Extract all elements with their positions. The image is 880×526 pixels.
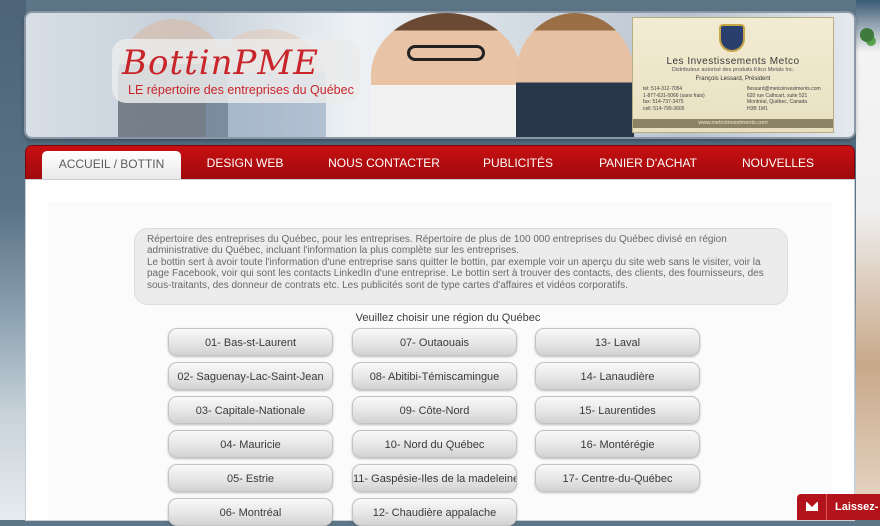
region-button-13[interactable]: 13- Laval xyxy=(535,328,700,356)
nav-nous-contacter[interactable]: NOUS CONTACTER xyxy=(324,146,444,180)
main-nav: ACCUEIL / BOTTIN DESIGN WEB NOUS CONTACT… xyxy=(26,146,854,180)
content-panel: Répertoire des entreprises du Québec, po… xyxy=(26,180,854,526)
region-button-16[interactable]: 16- Montérégie xyxy=(535,430,700,458)
region-button-08[interactable]: 08- Abitibi-Témiscamingue xyxy=(352,362,517,390)
banner-person-4 xyxy=(516,13,634,137)
leave-message-tab[interactable]: Laissez- xyxy=(797,494,880,520)
ad-website: www.metcoinvestments.com xyxy=(633,119,833,128)
background-scenery-right xyxy=(856,0,880,520)
ad-subtitle: Distributeur autorisé des produits Kitco… xyxy=(671,67,795,73)
content-inner: Répertoire des entreprises du Québec, po… xyxy=(48,202,832,526)
brand-tagline: LE répertoire des entreprises du Québec xyxy=(128,83,354,97)
banner-person-3 xyxy=(371,13,521,137)
ad-address-line: H3B 1M1 xyxy=(747,105,768,112)
intro-paragraph-2: Le bottin sert à avoir toute l'informati… xyxy=(147,256,764,291)
region-button-17[interactable]: 17- Centre-du-Québec xyxy=(535,464,700,492)
region-button-06[interactable]: 06- Montréal xyxy=(168,498,333,526)
region-button-07[interactable]: 07- Outaouais xyxy=(352,328,517,356)
region-button-10[interactable]: 10- Nord du Québec xyxy=(352,430,517,458)
plant-decoration xyxy=(860,28,874,42)
region-button-02[interactable]: 02- Saguenay-Lac-Saint-Jean xyxy=(168,362,333,390)
crest-icon xyxy=(719,24,745,52)
ad-address-line: flessard@metcoinvestments.com xyxy=(747,86,821,92)
region-button-01[interactable]: 01- Bas-st-Laurent xyxy=(168,328,333,356)
region-button-15[interactable]: 15- Laurentides xyxy=(535,396,700,424)
ad-company: Les Investissements Metco xyxy=(666,56,800,67)
region-button-03[interactable]: 03- Capitale-Nationale xyxy=(168,396,333,424)
chat-divider xyxy=(826,494,827,520)
nav-panier[interactable]: PANIER D'ACHAT xyxy=(598,146,698,180)
region-prompt: Veuillez choisir une région du Québec xyxy=(355,312,541,324)
nav-nouvelles[interactable]: NOUVELLES xyxy=(736,146,820,180)
nav-publicites[interactable]: PUBLICITÉS xyxy=(478,146,558,180)
header-banner: BottinPME LE répertoire des entreprises … xyxy=(26,13,854,137)
chat-label: Laissez- xyxy=(835,501,879,513)
region-button-12[interactable]: 12- Chaudière appalache xyxy=(352,498,517,526)
background-scenery-left xyxy=(0,0,26,520)
brand-logo[interactable]: BottinPME LE répertoire des entreprises … xyxy=(112,39,360,103)
intro-paragraph-1: Répertoire des entreprises du Québec, po… xyxy=(147,234,727,257)
region-button-04[interactable]: 04- Mauricie xyxy=(168,430,333,458)
region-button-11[interactable]: 11- Gaspésie-Iles de la madeleine xyxy=(352,464,517,492)
ad-details: tel: 514-312-7054 1-877-631-0066 (sans f… xyxy=(643,86,825,112)
ad-contact-name: François Lessard, Président xyxy=(695,76,771,82)
ad-address: flessard@metcoinvestments.com 620 rue Ca… xyxy=(747,86,825,112)
business-card-ad[interactable]: Les Investissements Metco Distributeur a… xyxy=(632,17,834,133)
brand-name: BottinPME xyxy=(122,43,320,83)
nav-accueil[interactable]: ACCUEIL / BOTTIN xyxy=(42,151,181,180)
glasses-shape xyxy=(407,45,485,61)
region-button-14[interactable]: 14- Lanaudière xyxy=(535,362,700,390)
envelope-icon xyxy=(806,502,818,511)
intro-text-box: Répertoire des entreprises du Québec, po… xyxy=(134,228,788,305)
region-button-05[interactable]: 05- Estrie xyxy=(168,464,333,492)
nav-design-web[interactable]: DESIGN WEB xyxy=(194,146,296,180)
region-button-09[interactable]: 09- Côte-Nord xyxy=(352,396,517,424)
